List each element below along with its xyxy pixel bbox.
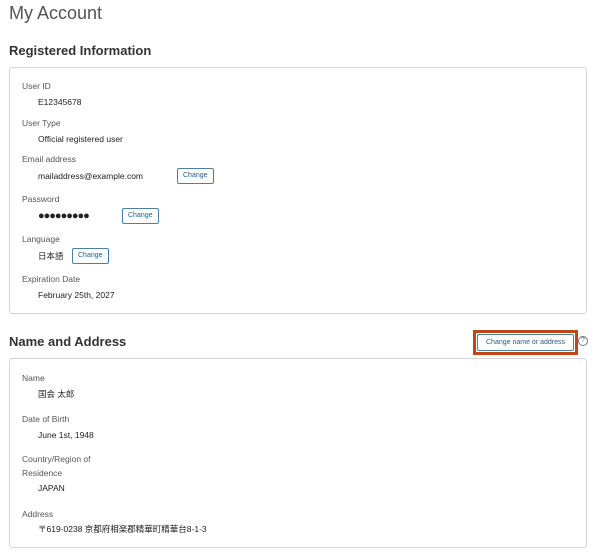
email-label: Email address (22, 154, 76, 164)
user-type-label: User Type (22, 118, 61, 128)
language-label: Language (22, 234, 60, 244)
address-label: Address (22, 509, 54, 519)
page-title: My Account (9, 3, 103, 23)
change-email-button[interactable]: Change (177, 168, 214, 184)
name-label: Name (22, 373, 45, 383)
change-language-button[interactable]: Change (72, 248, 109, 264)
date-of-birth-label: Date of Birth (22, 414, 70, 424)
change-password-button[interactable]: Change (122, 208, 159, 224)
name-and-address-card: Name 国会 太郎 Date of Birth June 1st, 1948 … (9, 358, 587, 548)
name-value: 国会 太郎 (38, 389, 75, 399)
password-masked-value: ●●●●●●●●● (38, 210, 90, 222)
help-icon[interactable]: ? (578, 336, 588, 346)
address-value: 〒619-0238 京都府相楽郡精華町精華台8-1-3 (38, 524, 207, 534)
country-value: JAPAN (38, 483, 65, 493)
change-name-or-address-button[interactable]: Change name or address (477, 334, 574, 351)
password-label: Password (22, 194, 60, 204)
date-of-birth-value: June 1st, 1948 (38, 430, 94, 440)
user-id-label: User ID (22, 81, 51, 91)
language-value: 日本語 (38, 251, 64, 261)
registered-information-card: User ID E12345678 User Type Official reg… (9, 67, 587, 314)
email-value: mailaddress@example.com (38, 171, 144, 181)
registered-information-heading: Registered Information (9, 43, 152, 58)
user-type-value: Official registered user (38, 134, 123, 144)
country-label-line2: Residence (22, 468, 63, 478)
name-and-address-heading: Name and Address (9, 334, 127, 349)
user-id-value: E12345678 (38, 97, 82, 107)
expiration-date-value: February 25th, 2027 (38, 290, 115, 300)
country-label-line1: Country/Region of (22, 454, 91, 464)
expiration-date-label: Expiration Date (22, 274, 81, 284)
